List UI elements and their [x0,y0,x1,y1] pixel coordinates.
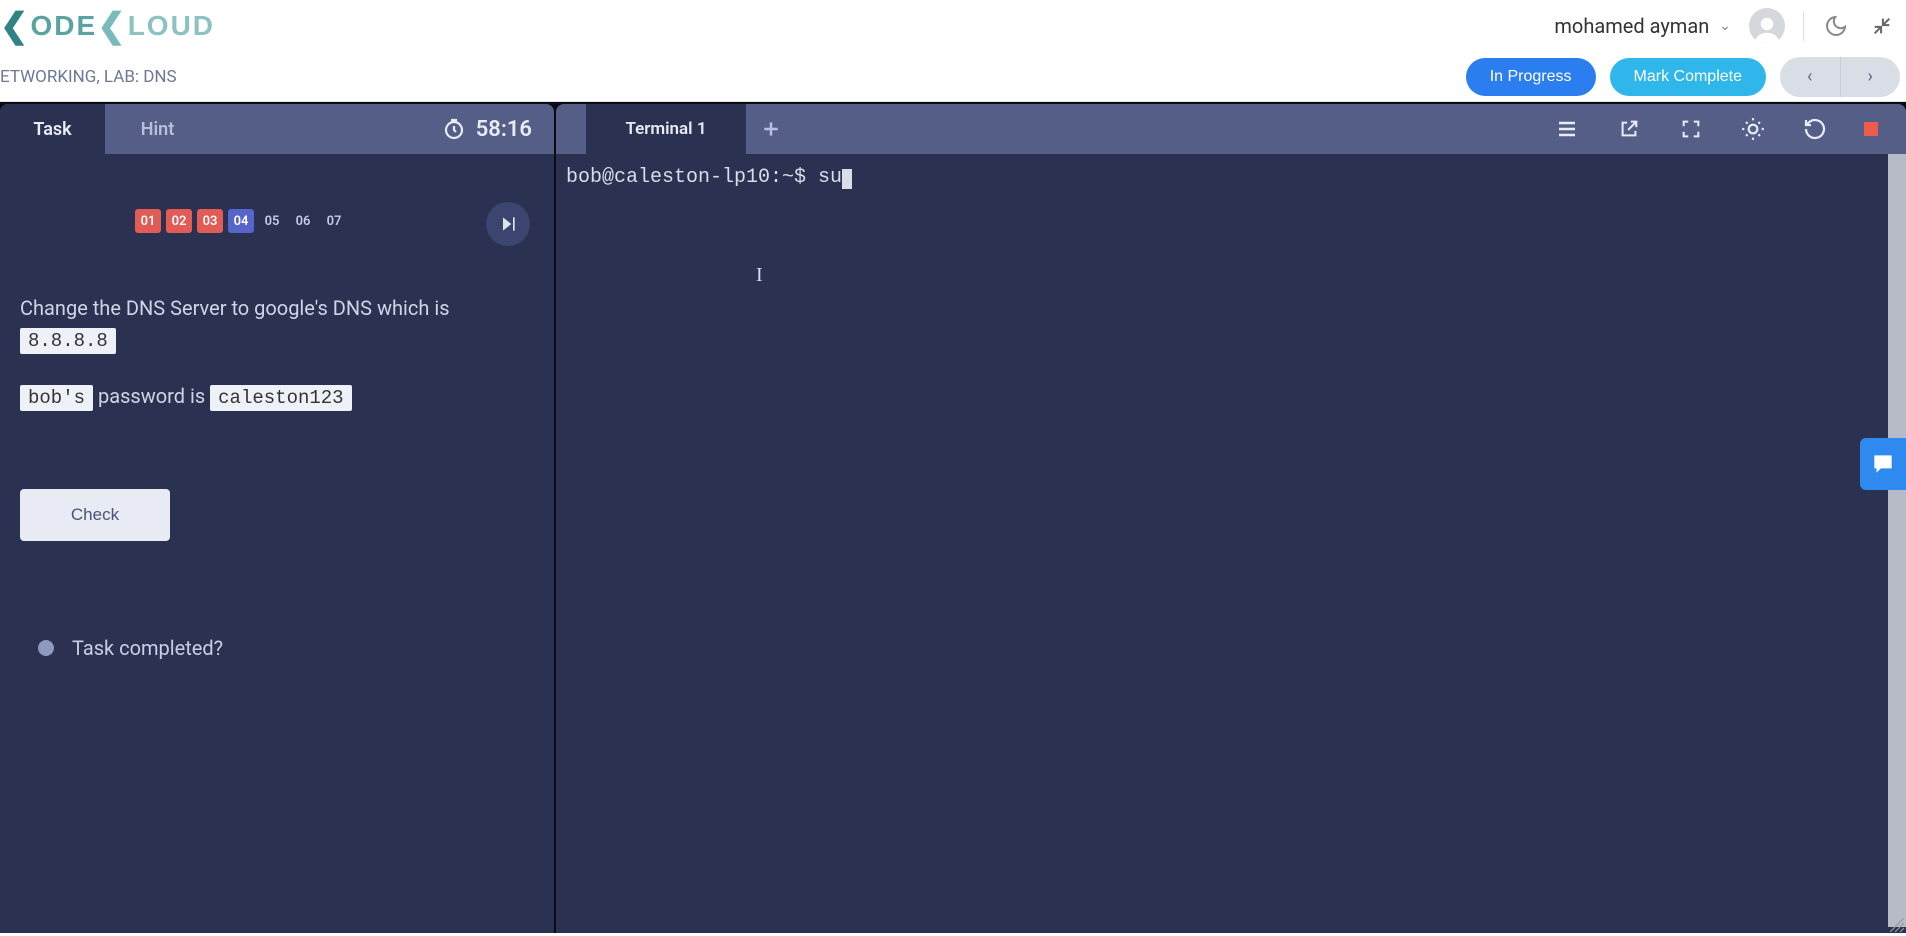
brand-logo: ❮ODE❮LOUD [0,6,215,46]
step-07[interactable]: 07 [321,209,347,233]
task-instruction: Change the DNS Server to google's DNS wh… [20,293,534,356]
theme-toggle-icon[interactable] [1822,12,1850,40]
hint-password-code: caleston123 [210,385,351,411]
terminal-tabs: Terminal 1 [556,104,1906,154]
check-button[interactable]: Check [20,489,170,541]
step-06[interactable]: 06 [290,209,316,233]
step-04[interactable]: 04 [228,209,254,233]
step-05[interactable]: 05 [259,209,285,233]
user-name[interactable]: mohamed ayman [1554,14,1709,38]
clock-icon [442,117,466,141]
lab-subheader: ETWORKING, LAB: DNS In Progress Mark Com… [0,52,1906,102]
radio-unchecked-icon[interactable] [38,640,54,656]
tab-hint[interactable]: Hint [105,104,210,154]
mark-complete-button[interactable]: Mark Complete [1610,58,1766,96]
app-header: ❮ODE❮LOUD mohamed ayman ⌄ [0,0,1906,52]
fullscreen-icon[interactable] [1678,116,1704,142]
divider [1803,11,1804,41]
prev-lesson-button[interactable]: ‹ [1780,57,1840,97]
terminal-body[interactable]: bob@caleston-lp10:~$ su I [556,154,1906,933]
step-03[interactable]: 03 [197,209,223,233]
instruction-text: Change the DNS Server to google's DNS wh… [20,296,450,320]
menu-icon[interactable] [1554,116,1580,142]
task-body: 01 02 03 04 05 06 07 Change the DNS Serv… [0,154,554,933]
terminal-cursor [842,169,852,189]
status-in-progress-button[interactable]: In Progress [1466,58,1596,96]
brightness-icon[interactable] [1740,116,1766,142]
hint-mid-text: password is [93,384,210,408]
skip-forward-button[interactable] [486,202,530,246]
chevron-down-icon[interactable]: ⌄ [1719,18,1731,34]
instruction-code: 8.8.8.8 [20,328,116,354]
chat-help-button[interactable] [1860,438,1906,490]
terminal-tab-1[interactable]: Terminal 1 [586,104,746,154]
task-panel: Task Hint 58:16 01 02 03 04 05 06 07 Cha… [0,104,554,933]
open-external-icon[interactable] [1616,116,1642,142]
task-completed-label: Task completed? [72,636,223,660]
task-completed-row[interactable]: Task completed? [20,636,534,660]
breadcrumb: ETWORKING, LAB: DNS [0,67,177,87]
text-cursor-icon: I [756,264,763,287]
timer-value: 58:16 [476,117,532,142]
restore-icon[interactable] [1802,116,1828,142]
terminal-scrollbar[interactable] [1888,154,1906,927]
workspace: Task Hint 58:16 01 02 03 04 05 06 07 Cha… [0,102,1906,933]
next-lesson-button[interactable]: › [1841,57,1901,97]
add-terminal-button[interactable] [746,104,796,154]
timer: 58:16 [442,104,554,154]
tab-task[interactable]: Task [0,104,105,154]
task-tabs: Task Hint 58:16 [0,104,554,154]
step-02[interactable]: 02 [166,209,192,233]
collapse-icon[interactable] [1868,12,1896,40]
avatar[interactable] [1749,8,1785,44]
scrollbar-thumb[interactable] [1888,154,1906,927]
hint-user-code: bob's [20,385,93,411]
terminal-command: su [818,166,842,189]
lesson-nav: ‹ › [1780,57,1900,97]
terminal-panel: Terminal 1 [556,104,1906,933]
terminal-prompt: bob@caleston-lp10:~$ [566,166,818,189]
terminal-actions [1554,104,1906,154]
task-hint-line: bob's password is caleston123 [20,384,534,409]
step-indicator: 01 02 03 04 05 06 07 [20,209,534,233]
resize-handle-icon[interactable] [1890,917,1904,931]
step-01[interactable]: 01 [135,209,161,233]
stop-icon[interactable] [1864,122,1878,136]
